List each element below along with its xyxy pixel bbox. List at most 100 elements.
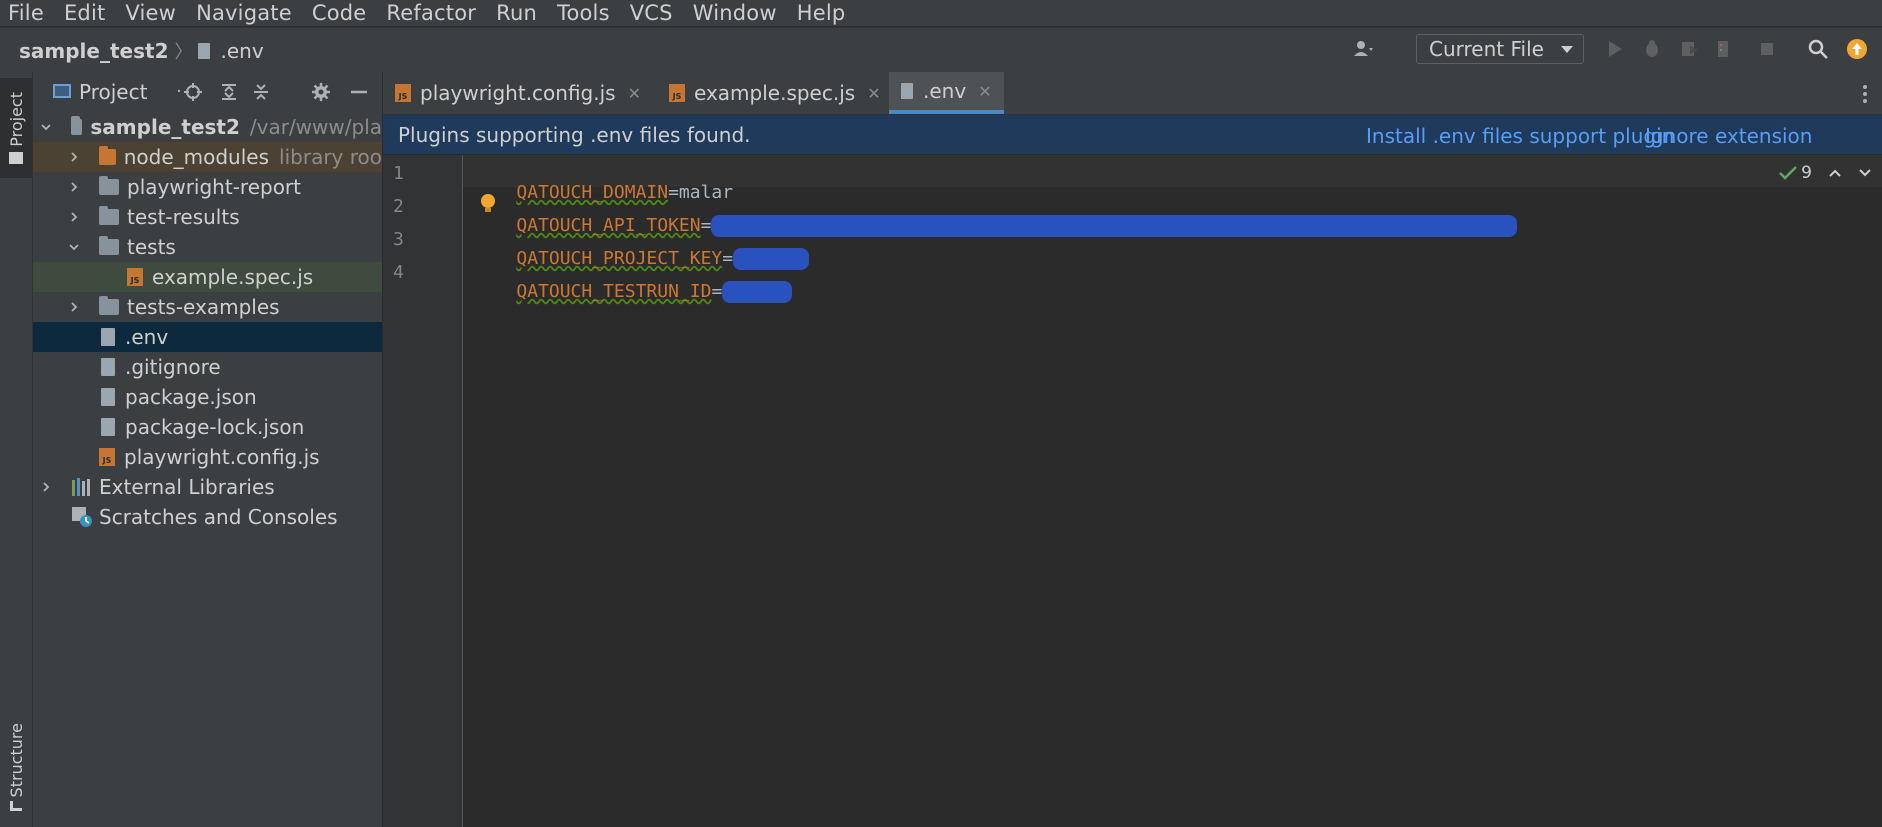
tree-item-external-libraries[interactable]: External Libraries xyxy=(33,472,382,502)
line-number-gutter: 1 2 3 4 xyxy=(383,155,463,827)
tree-item-label: Scratches and Consoles xyxy=(99,505,338,529)
project-panel: Project · sample_test2 /var/www/pla node… xyxy=(33,72,382,827)
js-file-icon: JS xyxy=(127,268,143,286)
structure-tool-tab[interactable]: Structure xyxy=(0,712,32,822)
tree-item-example-spec[interactable]: JS example.spec.js xyxy=(33,262,382,292)
folder-icon xyxy=(99,206,119,225)
coverage-icon[interactable] xyxy=(1678,38,1700,60)
tree-item-package-json[interactable]: package.json xyxy=(33,382,382,412)
tree-item-gitignore[interactable]: .gitignore xyxy=(33,352,382,382)
ignore-extension-link[interactable]: Ignore extension xyxy=(1645,124,1812,148)
line-number: 2 xyxy=(393,196,404,217)
project-tool-tab[interactable]: Project xyxy=(0,78,32,178)
js-file-icon: JS xyxy=(669,84,685,102)
tab-playwright-config[interactable]: JS playwright.config.js ✕ xyxy=(395,72,641,114)
tree-item-label: External Libraries xyxy=(99,475,275,499)
install-plugin-link[interactable]: Install .env files support plugin xyxy=(1366,124,1674,148)
chevron-right-icon[interactable] xyxy=(69,302,79,312)
breadcrumb-file[interactable]: .env xyxy=(220,39,263,63)
chevron-down-icon xyxy=(1561,46,1573,53)
more-options-icon[interactable] xyxy=(1862,84,1868,104)
editor-tab-bar: JS playwright.config.js ✕ JS example.spe… xyxy=(383,72,1882,115)
collapse-all-icon[interactable] xyxy=(251,82,271,102)
tree-item-label: package-lock.json xyxy=(125,415,305,439)
menu-navigate[interactable]: Navigate xyxy=(196,1,292,25)
close-icon[interactable]: ✕ xyxy=(867,84,880,103)
libraries-icon xyxy=(72,478,90,496)
tree-item-node-modules[interactable]: node_modules library roo xyxy=(33,142,382,172)
tree-item-tests-examples[interactable]: tests-examples xyxy=(33,292,382,322)
tab-label: playwright.config.js xyxy=(420,81,616,105)
project-panel-title[interactable]: Project xyxy=(79,80,147,104)
tree-item-tests[interactable]: tests xyxy=(33,232,382,262)
tree-item-package-lock-json[interactable]: package-lock.json xyxy=(33,412,382,442)
tree-root[interactable]: sample_test2 /var/www/pla xyxy=(33,112,382,142)
tab-example-spec[interactable]: JS example.spec.js ✕ xyxy=(669,72,881,114)
menu-run[interactable]: Run xyxy=(496,1,537,25)
tree-item-label: package.json xyxy=(125,385,257,409)
menu-code[interactable]: Code xyxy=(312,1,367,25)
user-icon[interactable] xyxy=(1352,38,1374,60)
menu-help[interactable]: Help xyxy=(797,1,846,25)
profiler-icon[interactable] xyxy=(1714,38,1736,60)
menu-vcs[interactable]: VCS xyxy=(630,1,673,25)
menu-file[interactable]: File xyxy=(8,1,44,25)
breadcrumb-separator: 〉 xyxy=(174,42,193,63)
chevron-up-icon[interactable] xyxy=(1828,168,1842,178)
debug-icon[interactable] xyxy=(1641,38,1663,60)
code-line[interactable]: QATOUCH_TESTRUN_ID= xyxy=(473,260,793,324)
menu-edit[interactable]: Edit xyxy=(64,1,105,25)
stop-icon[interactable] xyxy=(1756,38,1778,60)
lightbulb-icon[interactable] xyxy=(480,193,496,213)
run-configuration-label: Current File xyxy=(1429,37,1544,61)
structure-tool-label: Structure xyxy=(6,722,26,798)
line-number: 3 xyxy=(393,229,404,250)
breadcrumb: sample_test2 〉 .env xyxy=(19,38,264,64)
code-editor[interactable]: QATOUCH_DOMAIN=malar QATOUCH_API_TOKEN= … xyxy=(463,155,1882,827)
chevron-right-icon[interactable] xyxy=(69,182,79,192)
tree-item-env[interactable]: .env xyxy=(33,322,382,352)
minimize-icon[interactable] xyxy=(349,82,369,102)
inspection-widget[interactable]: 9 xyxy=(1779,163,1872,183)
locate-icon[interactable] xyxy=(183,82,203,102)
folder-icon xyxy=(99,176,119,195)
js-file-icon: JS xyxy=(395,84,411,102)
update-icon[interactable] xyxy=(1846,38,1868,60)
search-icon[interactable] xyxy=(1807,38,1829,60)
tree-item-label: test-results xyxy=(127,205,240,229)
chevron-right-icon[interactable] xyxy=(69,212,79,222)
structure-icon xyxy=(10,801,22,812)
menu-view[interactable]: View xyxy=(125,1,176,25)
tree-item-label: playwright-report xyxy=(127,175,301,199)
run-configuration-select[interactable]: Current File xyxy=(1416,34,1584,64)
project-view-icon xyxy=(53,84,71,98)
env-key: QATOUCH_TESTRUN_ID xyxy=(516,281,712,302)
close-icon[interactable]: ✕ xyxy=(628,84,641,103)
root-name: sample_test2 xyxy=(90,115,240,139)
tree-item-playwright-report[interactable]: playwright-report xyxy=(33,172,382,202)
chevron-down-icon[interactable] xyxy=(69,242,79,252)
tab-env[interactable]: .env ✕ xyxy=(889,72,1004,114)
check-icon xyxy=(1779,166,1798,180)
ignore-file-icon xyxy=(101,358,115,376)
tree-item-scratches[interactable]: Scratches and Consoles xyxy=(33,502,382,532)
tree-item-playwright-config[interactable]: JS playwright.config.js xyxy=(33,442,382,472)
project-panel-header: Project · xyxy=(33,72,382,112)
chevron-right-icon[interactable] xyxy=(69,152,79,162)
menu-tools[interactable]: Tools xyxy=(557,1,610,25)
gear-icon[interactable] xyxy=(311,82,331,102)
tree-item-test-results[interactable]: test-results xyxy=(33,202,382,232)
env-file-icon xyxy=(198,43,211,59)
close-icon[interactable]: ✕ xyxy=(978,82,991,101)
inspection-count: 9 xyxy=(1801,163,1812,183)
chevron-down-icon[interactable] xyxy=(41,122,51,132)
breadcrumb-project[interactable]: sample_test2 xyxy=(19,39,168,63)
menu-refactor[interactable]: Refactor xyxy=(386,1,476,25)
chevron-right-icon[interactable] xyxy=(41,482,51,492)
chevron-down-icon[interactable] xyxy=(1858,168,1872,178)
menu-window[interactable]: Window xyxy=(693,1,777,25)
run-icon[interactable] xyxy=(1604,38,1626,60)
text-file-icon xyxy=(901,83,913,99)
expand-all-icon[interactable] xyxy=(219,82,239,102)
line-number: 4 xyxy=(393,262,404,283)
